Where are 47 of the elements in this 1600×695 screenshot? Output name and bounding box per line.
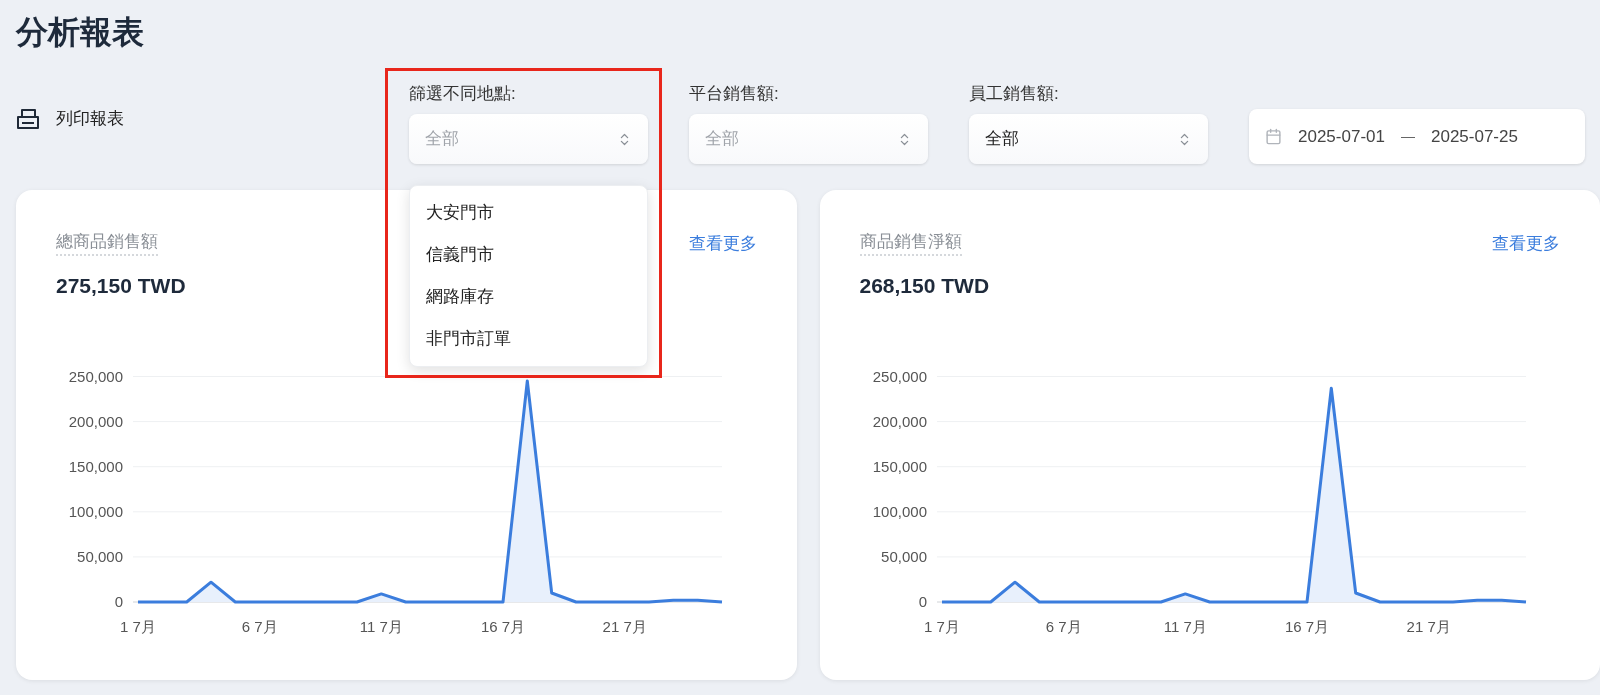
range-separator: — (1400, 127, 1415, 146)
view-more-link[interactable]: 查看更多 (688, 232, 757, 256)
start-date: 2025-07-01 (1298, 125, 1385, 148)
print-button[interactable]: 列印報表 (16, 106, 368, 132)
printer-icon (16, 107, 40, 130)
y-axis-label: 50,000 (77, 547, 123, 565)
y-axis-label: 150,000 (68, 457, 123, 475)
y-axis-label: 50,000 (880, 547, 927, 565)
card-title: 總商品銷售額 (56, 230, 158, 256)
x-axis-label: 21 7月 (602, 617, 647, 635)
card-value: 268,150 TWD (859, 273, 990, 299)
dropdown-option[interactable]: 大安門市 (410, 192, 647, 234)
x-axis-label: 1 7月 (923, 617, 960, 635)
calendar-icon (1265, 128, 1282, 145)
x-axis-label: 6 7月 (241, 617, 278, 635)
select-field[interactable]: 全部 (969, 114, 1208, 164)
dropdown-option[interactable]: 非門市訂單 (410, 318, 647, 360)
y-axis-label: 200,000 (872, 412, 927, 430)
view-more-link[interactable]: 查看更多 (1492, 232, 1560, 256)
x-axis-label: 21 7月 (1406, 617, 1451, 635)
y-axis-label: 0 (918, 592, 927, 610)
y-axis-label: 200,000 (68, 412, 123, 430)
x-axis-label: 16 7月 (1284, 617, 1329, 635)
x-axis-label: 11 7月 (1163, 617, 1207, 635)
x-axis-label: 6 7月 (1045, 617, 1082, 635)
y-axis-label: 150,000 (872, 457, 927, 475)
filter-label: 員工銷售額: (969, 84, 1060, 104)
card-title: 商品銷售淨額 (859, 230, 962, 256)
y-axis-label: 250,000 (68, 367, 123, 384)
x-axis-label: 11 7月 (359, 617, 403, 635)
x-axis-label: 1 7月 (120, 617, 156, 635)
y-axis-label: 100,000 (68, 502, 123, 520)
dropdown-option[interactable]: 網路庫存 (410, 276, 647, 318)
dropdown-option[interactable]: 信義門市 (410, 234, 647, 276)
y-axis-label: 0 (114, 592, 123, 610)
filter-label: 篩選不同地點: (409, 84, 517, 104)
end-date: 2025-07-25 (1430, 125, 1518, 148)
select-placeholder: 全部 (705, 128, 739, 151)
date-range-field[interactable]: 2025-07-01 — 2025-07-25 (1249, 109, 1585, 164)
x-axis-label: 16 7月 (480, 617, 526, 635)
select-placeholder: 全部 (425, 128, 459, 151)
y-axis-label: 100,000 (872, 502, 927, 520)
page-title: 分析報表 (16, 13, 145, 52)
filter-label: 平台銷售額: (689, 84, 780, 104)
y-axis-label: 250,000 (872, 367, 927, 384)
card-value: 275,150 TWD (56, 273, 186, 299)
select-value: 全部 (985, 128, 1019, 151)
